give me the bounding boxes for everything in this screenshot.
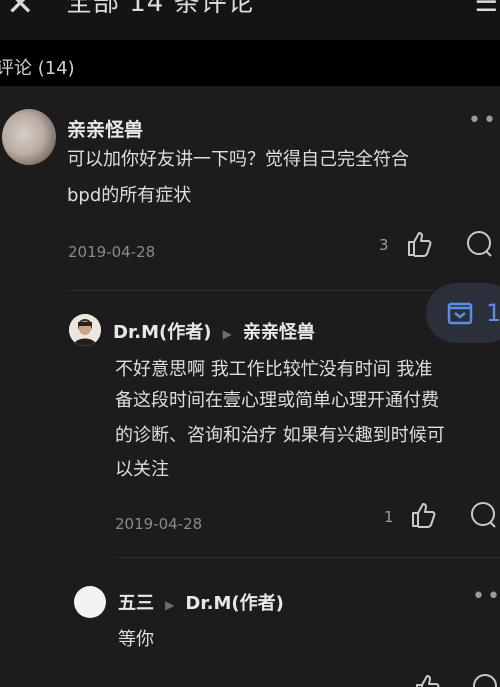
reply-text-line: 以关注 xyxy=(115,459,169,480)
comment-text-line: 可以加你好友讲一下吗？觉得自己完全符合 xyxy=(67,149,409,170)
avatar[interactable] xyxy=(2,109,56,165)
reply-target[interactable]: 亲亲怪兽 xyxy=(243,322,315,343)
thumbs-up-icon[interactable] xyxy=(404,229,434,259)
reply-arrow-icon: ▶ xyxy=(165,598,175,612)
comment-icon[interactable] xyxy=(464,229,494,259)
reply-arrow-icon: ▶ xyxy=(222,327,232,341)
collection-count: 1 xyxy=(486,299,500,327)
reply-header: Dr.M(作者) ▶ 亲亲怪兽 xyxy=(113,318,315,344)
menu-icon[interactable]: ☰ xyxy=(475,0,498,20)
reply-header: 五三 ▶ Dr.M(作者) xyxy=(118,589,284,615)
like-count: 3 xyxy=(379,236,389,254)
like-count: 1 xyxy=(384,508,394,526)
comment-count-bar: 评论 (14) xyxy=(0,40,500,86)
avatar[interactable] xyxy=(74,586,106,618)
avatar-portrait-icon xyxy=(69,314,101,346)
comments-screen: ✕ 全部 14 条评论 ☰ 评论 (14) 亲亲怪兽 ••• 可以加你好友讲一下… xyxy=(0,0,500,687)
comment-count-label: 评论 (14) xyxy=(0,58,75,79)
collection-badge[interactable]: 1 xyxy=(426,283,500,343)
more-icon[interactable]: ••• xyxy=(468,110,500,132)
reply-text-line: 的诊断、咨询和治疗 如果有兴趣到时候可 xyxy=(115,425,445,446)
page-title: 全部 14 条评论 xyxy=(66,0,255,18)
divider xyxy=(115,557,500,558)
reply-text-line: 备这段时间在壹心理或简单心理开通付费 xyxy=(115,390,439,411)
avatar[interactable] xyxy=(69,314,101,346)
comment-icon[interactable] xyxy=(468,500,498,530)
reply-text-line: 等你 xyxy=(118,629,154,650)
close-icon[interactable]: ✕ xyxy=(6,0,35,24)
comment-icon[interactable] xyxy=(470,672,500,687)
thumbs-up-icon[interactable] xyxy=(408,500,438,530)
comment-date: 2019-04-28 xyxy=(68,243,156,261)
comment-author[interactable]: 亲亲怪兽 xyxy=(67,115,143,142)
reply-author[interactable]: 五三 xyxy=(118,593,154,614)
collection-icon xyxy=(447,302,473,325)
reply-author[interactable]: Dr.M(作者) xyxy=(113,322,211,343)
reply-date: 2019-04-28 xyxy=(115,515,203,533)
reply-target[interactable]: Dr.M(作者) xyxy=(185,593,283,614)
comment-text-line: bpd的所有症状 xyxy=(67,185,192,206)
thumbs-up-icon[interactable] xyxy=(412,672,442,687)
top-bar: ✕ 全部 14 条评论 ☰ xyxy=(0,0,500,40)
more-icon[interactable]: ••• xyxy=(472,586,500,608)
